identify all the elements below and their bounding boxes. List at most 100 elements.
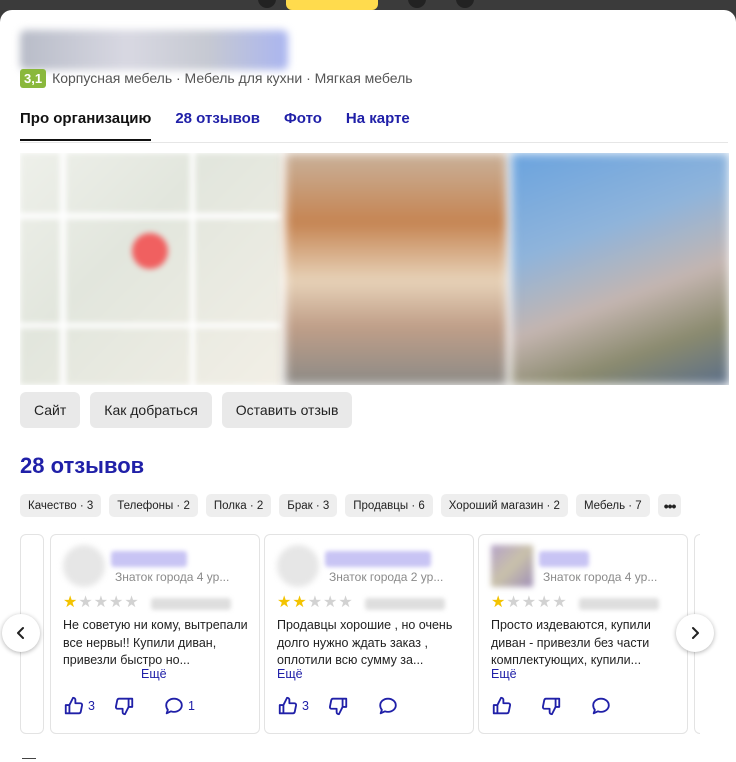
leave-review-button[interactable]: Оставить отзыв: [221, 392, 353, 428]
star-icon: ★: [78, 594, 93, 611]
tabs-divider: [20, 142, 728, 143]
categories-text: Корпусная мебель · Мебель для кухни · Мя…: [52, 70, 413, 86]
star-icon: ★: [277, 594, 292, 611]
review-actions: [491, 695, 615, 717]
rating-badge: 3,1: [20, 68, 47, 88]
review-topic-chips: Качество · 3 Телефоны · 2 Полка · 2 Брак…: [20, 494, 682, 517]
review-card: Знаток города 2 ур... ★ ★ ★ ★ ★ Продавцы…: [264, 534, 474, 734]
chip-good-store[interactable]: Хороший магазин · 2: [440, 494, 568, 517]
review-text: Просто издеваются, купили диван - привез…: [491, 618, 651, 667]
like-count: 3: [302, 699, 309, 713]
gallery-photo[interactable]: [284, 153, 508, 385]
read-more-link[interactable]: Ещё: [141, 667, 167, 681]
tab-photo[interactable]: Фото: [284, 110, 322, 141]
reviews-carousel: Знаток города 4 ур... ★ ★ ★ ★ ★ Не совет…: [20, 534, 700, 744]
chip-furniture[interactable]: Мебель · 7: [575, 494, 650, 517]
comment-icon: [379, 697, 397, 715]
comment-icon: [165, 697, 183, 715]
star-icon: ★: [124, 594, 139, 611]
chevron-right-icon: [692, 627, 699, 639]
tab-bar: Про организацию 28 отзывов Фото На карте: [20, 110, 410, 141]
dislike-button[interactable]: [113, 695, 135, 717]
blurred-icon: [258, 0, 276, 8]
review-card: Знаток города 4 ур... ★ ★ ★ ★ ★ Просто и…: [478, 534, 688, 734]
chevron-left-icon: [17, 627, 24, 639]
like-button[interactable]: [491, 695, 516, 717]
star-icon: ★: [307, 594, 323, 611]
star-icon: ★: [521, 594, 537, 611]
chip-phones[interactable]: Телефоны · 2: [109, 494, 198, 517]
review-text: Продавцы хорошие , но очень долго нужно …: [277, 618, 453, 667]
route-button[interactable]: Как добраться: [90, 392, 212, 428]
tab-about[interactable]: Про организацию: [20, 110, 152, 141]
reviews-heading[interactable]: 28 отзывов: [20, 453, 144, 479]
photo-gallery: [20, 153, 729, 385]
rating-row: 3,1 Корпусная мебель · Мебель для кухни …: [20, 68, 413, 88]
chip-quality[interactable]: Качество · 3: [20, 494, 102, 517]
thumbs-up-icon: [64, 696, 84, 715]
star-icon: ★: [323, 594, 338, 611]
reviewer-name-redacted: [539, 551, 589, 567]
chip-shelf[interactable]: Полка · 2: [205, 494, 272, 517]
divider: [22, 758, 36, 759]
dislike-button[interactable]: [327, 695, 349, 717]
like-count: 3: [88, 699, 95, 713]
review-date-redacted: [365, 598, 445, 610]
tab-map[interactable]: На карте: [346, 110, 410, 141]
comment-button[interactable]: [377, 695, 402, 717]
reviewer-name-redacted: [111, 551, 187, 567]
read-more-link[interactable]: Ещё: [277, 667, 303, 681]
thumbs-down-icon: [328, 697, 348, 716]
reviewer-name-redacted: [325, 551, 431, 567]
chip-defect[interactable]: Брак · 3: [279, 494, 338, 517]
star-icon: ★: [109, 594, 124, 611]
comment-button[interactable]: 1: [163, 695, 195, 717]
action-buttons: Сайт Как добраться Оставить отзыв: [20, 392, 353, 428]
settings-icon: [456, 0, 474, 8]
site-button[interactable]: Сайт: [20, 392, 81, 428]
star-icon: ★: [338, 594, 353, 611]
like-button[interactable]: 3: [63, 695, 95, 717]
star-icon: ★: [491, 594, 506, 611]
star-icon: ★: [506, 594, 521, 611]
thumbs-down-icon: [541, 697, 561, 716]
star-rating: ★ ★ ★ ★ ★: [277, 595, 353, 611]
organization-card: 3,1 Корпусная мебель · Мебель для кухни …: [0, 10, 736, 762]
thumbs-up-icon: [492, 696, 512, 715]
gallery-photo[interactable]: [511, 153, 729, 385]
carousel-next-button[interactable]: [676, 614, 714, 652]
review-date-redacted: [151, 598, 231, 610]
map-preview[interactable]: [20, 153, 282, 385]
more-chips-button[interactable]: •••: [657, 494, 682, 517]
map-pin-icon: [132, 233, 168, 269]
review-date-redacted: [579, 598, 659, 610]
like-button[interactable]: 3: [277, 695, 309, 717]
thumbs-up-icon: [278, 696, 298, 715]
read-more-link[interactable]: Ещё: [491, 667, 517, 681]
microphone-icon: [408, 0, 426, 8]
review-actions: 3 1: [63, 695, 195, 717]
review-card: Знаток города 4 ур... ★ ★ ★ ★ ★ Не совет…: [50, 534, 260, 734]
blurred-search-button: [286, 0, 378, 10]
comment-icon: [592, 697, 610, 715]
review-text: Не советую ни кому, вытрепали все нервы!…: [63, 618, 248, 667]
comment-button[interactable]: [590, 695, 615, 717]
organization-name-redacted: [20, 30, 288, 70]
reviewer-level: Знаток города 2 ур...: [329, 570, 444, 584]
avatar: [277, 545, 319, 587]
reviewer-level: Знаток города 4 ур...: [115, 570, 230, 584]
tab-reviews[interactable]: 28 отзывов: [175, 110, 260, 141]
chip-sellers[interactable]: Продавцы · 6: [345, 494, 433, 517]
comment-count: 1: [187, 699, 195, 713]
star-icon: ★: [93, 594, 109, 611]
star-rating: ★ ★ ★ ★ ★: [63, 595, 139, 611]
carousel-prev-button[interactable]: [2, 614, 40, 652]
thumbs-down-icon: [114, 697, 134, 716]
review-actions: 3: [277, 695, 402, 717]
dislike-button[interactable]: [540, 695, 562, 717]
avatar: [491, 545, 533, 587]
star-icon: ★: [63, 594, 78, 611]
avatar: [63, 545, 105, 587]
reviewer-level: Знаток города 4 ур...: [543, 570, 658, 584]
star-icon: ★: [292, 594, 307, 611]
